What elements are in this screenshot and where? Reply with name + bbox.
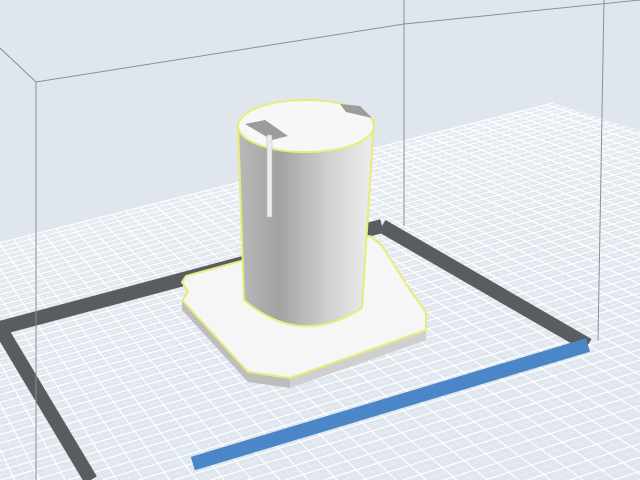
model-side-slot bbox=[266, 134, 273, 218]
3d-viewport[interactable] bbox=[0, 0, 640, 480]
